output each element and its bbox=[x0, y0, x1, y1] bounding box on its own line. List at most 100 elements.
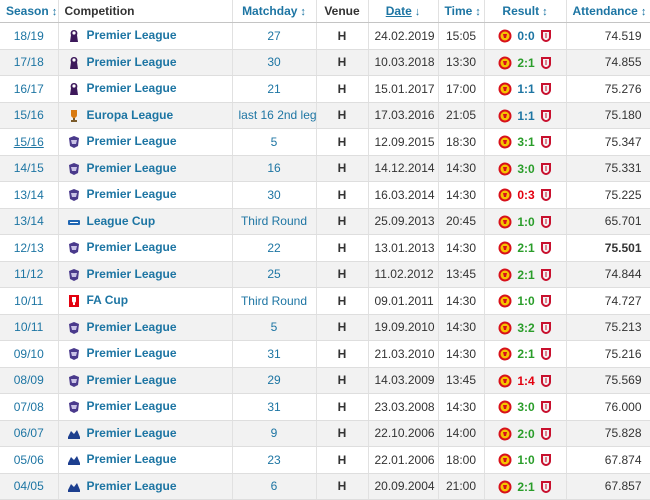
result-cell[interactable]: 3:1 bbox=[484, 128, 567, 156]
season-cell[interactable]: 10/11 bbox=[0, 287, 59, 315]
result-cell[interactable]: 0:0 bbox=[484, 22, 567, 50]
competition-link[interactable]: Premier League bbox=[87, 134, 177, 148]
competition-link[interactable]: Premier League bbox=[87, 267, 177, 281]
result-cell[interactable]: 0:3 bbox=[484, 181, 567, 209]
competition-cell[interactable]: Premier League bbox=[58, 128, 233, 156]
season-cell[interactable]: 14/15 bbox=[0, 155, 59, 182]
matchday-cell[interactable]: last 16 2nd leg bbox=[232, 102, 317, 129]
result-cell[interactable]: 1:1 bbox=[484, 102, 567, 129]
season-cell[interactable]: 18/19 bbox=[0, 22, 59, 50]
competition-cell[interactable]: Premier League bbox=[58, 22, 233, 50]
matchday-cell[interactable]: Third Round bbox=[232, 287, 317, 315]
result-score[interactable]: 2:1 bbox=[512, 268, 540, 282]
season-cell[interactable]: 16/17 bbox=[0, 75, 59, 103]
competition-cell[interactable]: Europa League bbox=[58, 102, 233, 129]
sort-updown-icon[interactable]: ↕ bbox=[542, 6, 548, 18]
matchday-cell[interactable]: 27 bbox=[232, 22, 317, 50]
competition-cell[interactable]: League Cup bbox=[58, 208, 233, 235]
result-cell[interactable]: 1:0 bbox=[484, 208, 567, 235]
table-row[interactable]: 17/18 Premier League 30 H 10.03.2018 13:30 2:1… bbox=[0, 49, 650, 76]
season-cell[interactable]: 11/12 bbox=[0, 261, 59, 288]
competition-link[interactable]: Premier League bbox=[87, 479, 177, 493]
table-row[interactable]: 04/05 Premier League 6 H 20.09.2004 21:00 2:1 6… bbox=[0, 473, 650, 500]
table-row[interactable]: 08/09 Premier League 29 H 14.03.2009 13:45 1:4… bbox=[0, 367, 650, 394]
competition-cell[interactable]: Premier League bbox=[58, 181, 233, 209]
season-cell[interactable]: 06/07 bbox=[0, 420, 59, 447]
result-cell[interactable]: 1:4 bbox=[484, 367, 567, 394]
table-row[interactable]: 16/17 Premier League 21 H 15.01.2017 17:00 1:1… bbox=[0, 75, 650, 103]
competition-link[interactable]: Premier League bbox=[87, 320, 177, 334]
competition-link[interactable]: Premier League bbox=[87, 373, 177, 387]
result-cell[interactable]: 3:0 bbox=[484, 393, 567, 421]
season-cell[interactable]: 08/09 bbox=[0, 367, 59, 394]
result-score[interactable]: 3:0 bbox=[512, 162, 540, 176]
result-cell[interactable]: 1:0 bbox=[484, 446, 567, 474]
competition-cell[interactable]: Premier League bbox=[58, 367, 233, 394]
season-cell[interactable]: 15/16 bbox=[0, 128, 59, 156]
matchday-cell[interactable]: 25 bbox=[232, 261, 317, 288]
result-cell[interactable]: 1:1 bbox=[484, 75, 567, 103]
season-cell[interactable]: 13/14 bbox=[0, 181, 59, 209]
result-score[interactable]: 1:0 bbox=[512, 215, 540, 229]
competition-link[interactable]: Premier League bbox=[87, 187, 177, 201]
table-row[interactable]: 12/13 Premier League 22 H 13.01.2013 14:30 2:1… bbox=[0, 234, 650, 262]
result-score[interactable]: 2:1 bbox=[512, 241, 540, 255]
competition-cell[interactable]: Premier League bbox=[58, 75, 233, 103]
table-row[interactable]: 06/07 Premier League 9 H 22.10.2006 14:00 2:0 7… bbox=[0, 420, 650, 447]
header-date[interactable]: Date ↓ bbox=[368, 0, 439, 23]
result-score[interactable]: 2:0 bbox=[512, 427, 540, 441]
table-row[interactable]: 18/19 Premier League 27 H 24.02.2019 15:05 0:0… bbox=[0, 22, 650, 50]
sort-updown-icon[interactable]: ↕ bbox=[300, 6, 306, 18]
competition-cell[interactable]: Premier League bbox=[58, 234, 233, 262]
competition-cell[interactable]: Premier League bbox=[58, 49, 233, 76]
result-score[interactable]: 1:4 bbox=[512, 374, 540, 388]
result-score[interactable]: 0:0 bbox=[512, 29, 540, 43]
sort-updown-icon[interactable]: ↕ bbox=[52, 6, 58, 18]
table-row[interactable]: 11/12 Premier League 25 H 11.02.2012 13:45 2:1… bbox=[0, 261, 650, 288]
competition-cell[interactable]: Premier League bbox=[58, 314, 233, 341]
header-result[interactable]: Result ↕ bbox=[484, 0, 567, 23]
matchday-cell[interactable]: 23 bbox=[232, 446, 317, 474]
result-score[interactable]: 1:0 bbox=[512, 294, 540, 308]
season-cell[interactable]: 12/13 bbox=[0, 234, 59, 262]
matchday-cell[interactable]: 5 bbox=[232, 314, 317, 341]
season-cell[interactable]: 09/10 bbox=[0, 340, 59, 368]
result-score[interactable]: 2:1 bbox=[512, 56, 540, 70]
competition-cell[interactable]: Premier League bbox=[58, 155, 233, 182]
result-cell[interactable]: 2:0 bbox=[484, 420, 567, 447]
competition-link[interactable]: Premier League bbox=[87, 346, 177, 360]
competition-cell[interactable]: FA Cup bbox=[58, 287, 233, 315]
competition-cell[interactable]: Premier League bbox=[58, 340, 233, 368]
season-cell[interactable]: 17/18 bbox=[0, 49, 59, 76]
result-cell[interactable]: 2:1 bbox=[484, 473, 567, 500]
season-cell[interactable]: 10/11 bbox=[0, 314, 59, 341]
matchday-cell[interactable]: 9 bbox=[232, 420, 317, 447]
header-season[interactable]: Season ↕ bbox=[0, 0, 59, 23]
matchday-cell[interactable]: 30 bbox=[232, 181, 317, 209]
result-score[interactable]: 2:1 bbox=[512, 347, 540, 361]
table-row[interactable]: 15/16 Europa League last 16 2nd leg H 17.03.… bbox=[0, 102, 650, 129]
matchday-cell[interactable]: 31 bbox=[232, 340, 317, 368]
table-row[interactable]: 13/14 League Cup Third Round H 25.09.2013 20:… bbox=[0, 208, 650, 235]
matchday-cell[interactable]: 16 bbox=[232, 155, 317, 182]
sort-updown-icon[interactable]: ↕ bbox=[475, 6, 481, 18]
competition-link[interactable]: Premier League bbox=[87, 426, 177, 440]
competition-link[interactable]: Premier League bbox=[87, 161, 177, 175]
competition-link[interactable]: Premier League bbox=[87, 55, 177, 69]
result-score[interactable]: 1:0 bbox=[512, 453, 540, 467]
sort-down-icon[interactable]: ↓ bbox=[415, 6, 421, 18]
season-cell[interactable]: 13/14 bbox=[0, 208, 59, 235]
result-cell[interactable]: 2:1 bbox=[484, 261, 567, 288]
competition-cell[interactable]: Premier League bbox=[58, 420, 233, 447]
competition-link[interactable]: Premier League bbox=[87, 28, 177, 42]
season-cell[interactable]: 15/16 bbox=[0, 102, 59, 129]
result-cell[interactable]: 2:1 bbox=[484, 340, 567, 368]
result-score[interactable]: 0:3 bbox=[512, 188, 540, 202]
season-cell[interactable]: 04/05 bbox=[0, 473, 59, 500]
result-score[interactable]: 3:0 bbox=[512, 400, 540, 414]
season-cell[interactable]: 07/08 bbox=[0, 393, 59, 421]
season-cell[interactable]: 05/06 bbox=[0, 446, 59, 474]
result-cell[interactable]: 2:1 bbox=[484, 49, 567, 76]
result-cell[interactable]: 2:1 bbox=[484, 234, 567, 262]
table-row[interactable]: 14/15 Premier League 16 H 14.12.2014 14:30 3:0… bbox=[0, 155, 650, 182]
